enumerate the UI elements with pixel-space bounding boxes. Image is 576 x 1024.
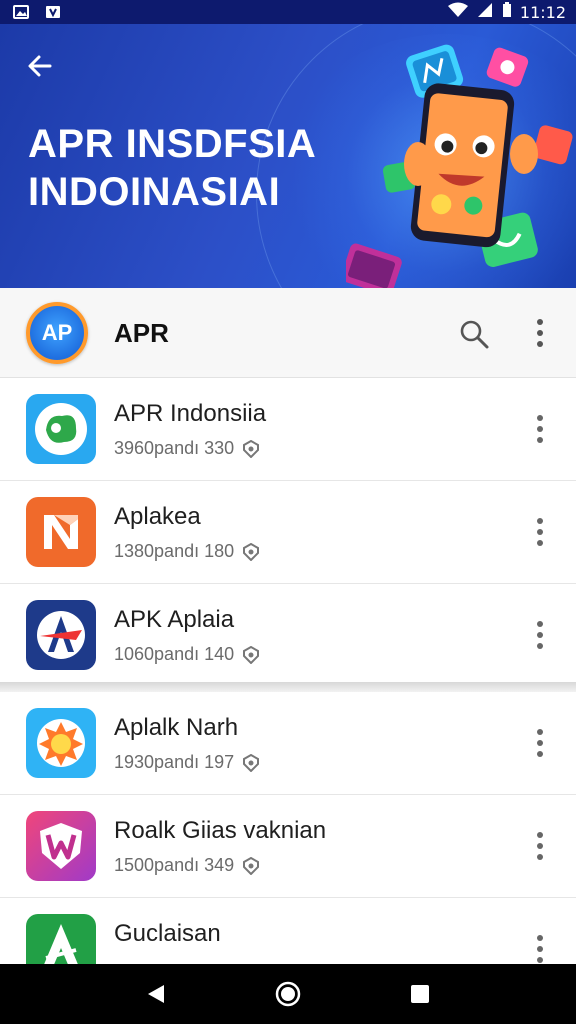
- verified-badge-icon: [242, 542, 260, 561]
- app-title: APK Aplaia: [114, 606, 235, 633]
- app-meta: 1500pandı 349: [114, 855, 235, 875]
- search-icon[interactable]: [458, 318, 490, 350]
- more-vert-icon[interactable]: [528, 829, 552, 863]
- app-header: AP APR: [0, 288, 576, 378]
- w-shield-icon: [26, 811, 96, 881]
- more-vert-icon[interactable]: [528, 515, 552, 549]
- hero-title: APR INSDFSIA INDOINASIAI: [28, 122, 317, 214]
- section-divider: [0, 682, 576, 692]
- a-star-logo-icon: [26, 600, 96, 670]
- verified-badge-icon: [242, 439, 260, 458]
- green-blob-icon: [26, 394, 96, 464]
- app-meta: 1060pandı 140: [114, 644, 235, 664]
- list-item[interactable]: Aplakea 1380pandı 180: [0, 481, 576, 584]
- app-title: APR Indonsiia: [114, 400, 267, 427]
- signal-icon: [476, 2, 494, 22]
- more-vert-icon[interactable]: [528, 316, 552, 350]
- n-logo-icon: [26, 497, 96, 567]
- sun-badge-icon: [26, 708, 96, 778]
- clock: 11:12: [519, 2, 566, 22]
- list-item[interactable]: APK Aplaia 1060pandı 140: [0, 584, 576, 687]
- status-bar: 11:12: [0, 0, 576, 24]
- back-arrow-icon[interactable]: [22, 48, 58, 84]
- more-vert-icon[interactable]: [528, 932, 552, 966]
- wifi-icon: [447, 2, 468, 22]
- phone-mascot-illustration: [346, 44, 573, 288]
- back-nav-icon[interactable]: [136, 974, 176, 1014]
- app-meta: 1380pandı 180: [114, 541, 235, 561]
- app-title: Aplakea: [114, 503, 201, 530]
- app-list-primary: APR Indonsiia 3960pandı 330 Aplakea 1380…: [0, 378, 576, 687]
- list-item[interactable]: Aplalk Narh 1930pandı 197: [0, 692, 576, 795]
- more-vert-icon[interactable]: [528, 618, 552, 652]
- app-title: Guclaisan: [114, 920, 221, 947]
- verified-badge-icon: [242, 753, 260, 772]
- app-title: Roalk Giias vaknian: [114, 817, 327, 844]
- app-meta: 3960pandı 330: [114, 438, 235, 458]
- system-nav-bar: [0, 964, 576, 1024]
- app-notification-icon: [44, 5, 62, 19]
- home-nav-icon[interactable]: [268, 974, 308, 1014]
- list-item[interactable]: Roalk Giias vaknian 1500pandı 349: [0, 795, 576, 898]
- verified-badge-icon: [242, 856, 260, 875]
- recents-nav-icon[interactable]: [400, 974, 440, 1014]
- list-item[interactable]: APR Indonsiia 3960pandı 330: [0, 378, 576, 481]
- app-meta: 1930pandı 197: [114, 752, 235, 772]
- more-vert-icon[interactable]: [528, 412, 552, 446]
- verified-badge-icon: [242, 645, 260, 664]
- app-name: APR: [114, 318, 169, 348]
- gallery-notification-icon: [12, 5, 30, 19]
- hero-banner: APR INSDFSIA INDOINASIAI: [0, 24, 576, 288]
- battery-icon: [502, 2, 512, 22]
- app-logo: AP: [26, 302, 88, 364]
- app-list-secondary: Aplalk Narh 1930pandı 197 Roalk Giias va…: [0, 692, 576, 1001]
- more-vert-icon[interactable]: [528, 726, 552, 760]
- app-title: Aplalk Narh: [114, 714, 239, 741]
